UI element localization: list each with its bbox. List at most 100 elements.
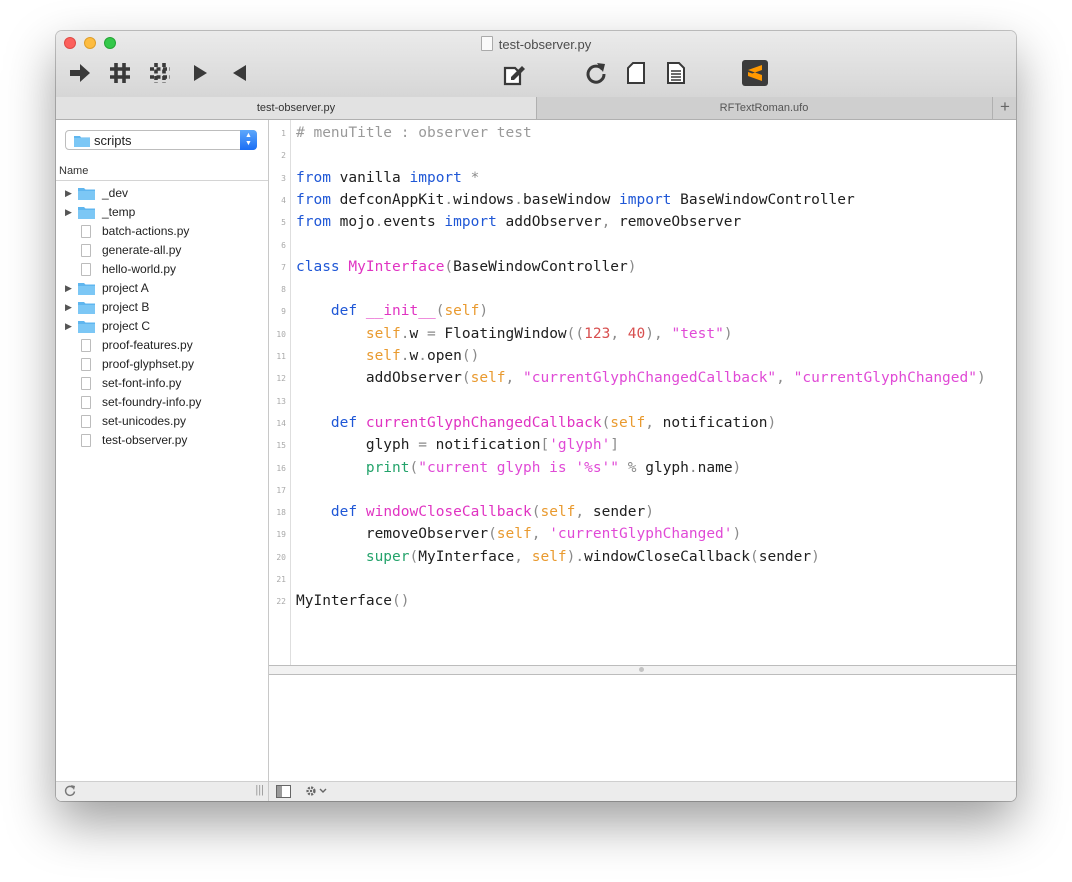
line-number: 4 <box>281 195 286 205</box>
file-icon <box>81 225 91 238</box>
code-line[interactable]: print("current glyph is '%s'" % glyph.na… <box>296 457 741 479</box>
file-icon <box>81 244 91 257</box>
settings-gear-icon[interactable] <box>305 784 331 801</box>
file-icon <box>81 396 91 409</box>
line-number: 14 <box>276 418 286 428</box>
disclosure-triangle-icon[interactable]: ▶ <box>65 317 72 336</box>
file-icon <box>81 358 91 371</box>
item-name: _dev <box>102 186 129 200</box>
code-line[interactable]: self.w.open() <box>296 345 480 367</box>
file-icon <box>81 263 91 276</box>
line-number: 20 <box>276 552 286 562</box>
tab-rftextroman[interactable]: RFTextRoman.ufo <box>537 97 991 119</box>
line-number: 9 <box>281 307 286 317</box>
code-line[interactable]: def __init__(self) <box>296 300 488 322</box>
output-pane[interactable] <box>269 675 1016 781</box>
code-line[interactable]: self.w = FloatingWindow((123, 40), "test… <box>296 323 733 345</box>
item-name: hello-world.py <box>102 262 177 276</box>
item-name: project A <box>102 281 149 295</box>
disclosure-triangle-icon[interactable]: ▶ <box>65 203 72 222</box>
item-name: proof-features.py <box>102 338 193 352</box>
folder-row[interactable]: ▶ _dev <box>56 184 268 203</box>
file-icon <box>81 415 91 428</box>
line-number: 22 <box>276 597 286 607</box>
line-number: 2 <box>281 151 286 161</box>
code-line[interactable]: from mojo.events import addObserver, rem… <box>296 211 741 233</box>
folder-row[interactable]: ▶ project B <box>56 298 268 317</box>
code-line[interactable]: from vanilla import * <box>296 167 479 189</box>
file-row[interactable]: set-font-info.py <box>56 374 268 393</box>
dedent-left-icon[interactable] <box>228 58 252 88</box>
file-row[interactable]: generate-all.py <box>56 241 268 260</box>
code-line[interactable]: def currentGlyphChangedCallback(self, no… <box>296 412 776 434</box>
add-tab-button[interactable]: + <box>992 97 1016 119</box>
code-line[interactable]: # menuTitle : observer test <box>296 122 532 144</box>
line-number: 3 <box>281 173 286 183</box>
column-header-name[interactable]: Name <box>56 161 268 181</box>
folder-popup[interactable]: scripts ▲ ▼ <box>65 130 257 150</box>
line-number: 10 <box>276 329 286 339</box>
code-line[interactable]: glyph = notification['glyph'] <box>296 434 619 456</box>
file-row[interactable]: hello-world.py <box>56 260 268 279</box>
document-icon <box>480 36 493 51</box>
disclosure-triangle-icon[interactable]: ▶ <box>65 298 72 317</box>
line-number: 11 <box>276 352 286 361</box>
sidebar-footer: ||| <box>56 781 268 801</box>
file-row[interactable]: batch-actions.py <box>56 222 268 241</box>
code-line[interactable]: super(MyInterface, self).windowCloseCall… <box>296 546 820 568</box>
window-title: test-observer.py <box>56 36 1016 52</box>
item-name: set-unicodes.py <box>102 414 187 428</box>
item-name: generate-all.py <box>102 243 182 257</box>
reload-icon[interactable] <box>582 58 610 88</box>
folder-row[interactable]: ▶ project C <box>56 317 268 336</box>
output-footer <box>269 781 1016 801</box>
file-row[interactable]: proof-glyphset.py <box>56 355 268 374</box>
code-editor[interactable]: 1 2 3 4 5 6 7 8 9 10 11 12 13 14 15 16 17 18 19 20 21 22 # me… <box>269 120 1016 665</box>
item-name: _temp <box>102 205 136 219</box>
line-number: 7 <box>281 262 286 272</box>
tab-test-observer[interactable]: test-observer.py <box>56 97 537 119</box>
line-number: 19 <box>276 530 286 540</box>
sublime-text-icon[interactable] <box>740 58 770 88</box>
code-line[interactable]: from defconAppKit.windows.baseWindow imp… <box>296 189 855 211</box>
item-name: proof-glyphset.py <box>102 357 195 371</box>
item-name: batch-actions.py <box>102 224 190 238</box>
folder-popup-label: scripts <box>94 133 132 148</box>
folder-icon <box>74 134 90 150</box>
disclosure-triangle-icon[interactable]: ▶ <box>65 279 72 298</box>
uncomment-hash-icon[interactable] <box>146 58 174 88</box>
item-name: test-observer.py <box>102 433 188 447</box>
popup-stepper-icon: ▲ ▼ <box>240 130 257 150</box>
file-row[interactable]: set-foundry-info.py <box>56 393 268 412</box>
edit-document-icon[interactable] <box>501 58 529 88</box>
run-arrow-icon[interactable] <box>66 58 94 88</box>
resize-handle-icon[interactable]: ||| <box>255 784 264 796</box>
file-browser-sidebar: scripts ▲ ▼ Name ▶ _dev ▶ _temp batch-actions… <box>56 120 269 801</box>
new-document-icon[interactable] <box>623 58 649 88</box>
splitter-grip-icon <box>639 667 644 672</box>
folder-row[interactable]: ▶ _temp <box>56 203 268 222</box>
pane-splitter[interactable] <box>269 665 1016 675</box>
file-icon <box>81 377 91 390</box>
file-row[interactable]: proof-features.py <box>56 336 268 355</box>
comment-hash-icon[interactable] <box>106 58 134 88</box>
folder-row[interactable]: ▶ project A <box>56 279 268 298</box>
line-number-gutter: 1 2 3 4 5 6 7 8 9 10 11 12 13 14 15 16 17 18 19 20 21 22 <box>269 120 291 665</box>
item-name: set-font-info.py <box>102 376 182 390</box>
line-number: 15 <box>276 441 286 451</box>
file-row[interactable]: test-observer.py <box>56 431 268 450</box>
indent-right-icon[interactable] <box>188 58 212 88</box>
code-line[interactable]: def windowCloseCallback(self, sender) <box>296 501 654 523</box>
file-row[interactable]: set-unicodes.py <box>56 412 268 431</box>
editor-window: test-observer.py test-observer.py RFText… <box>56 31 1016 801</box>
disclosure-triangle-icon[interactable]: ▶ <box>65 184 72 203</box>
file-tree: ▶ _dev ▶ _temp batch-actions.py generate-all.… <box>56 184 268 450</box>
code-line[interactable]: removeObserver(self, 'currentGlyphChange… <box>296 523 741 545</box>
code-line[interactable]: addObserver(self, "currentGlyphChangedCa… <box>296 367 986 389</box>
layout-toggle-icon[interactable] <box>276 785 291 801</box>
code-line[interactable]: class MyInterface(BaseWindowController) <box>296 256 637 278</box>
open-document-icon[interactable] <box>663 58 689 88</box>
line-number: 13 <box>276 396 286 406</box>
refresh-icon[interactable] <box>64 784 76 800</box>
code-line[interactable]: MyInterface() <box>296 590 410 612</box>
